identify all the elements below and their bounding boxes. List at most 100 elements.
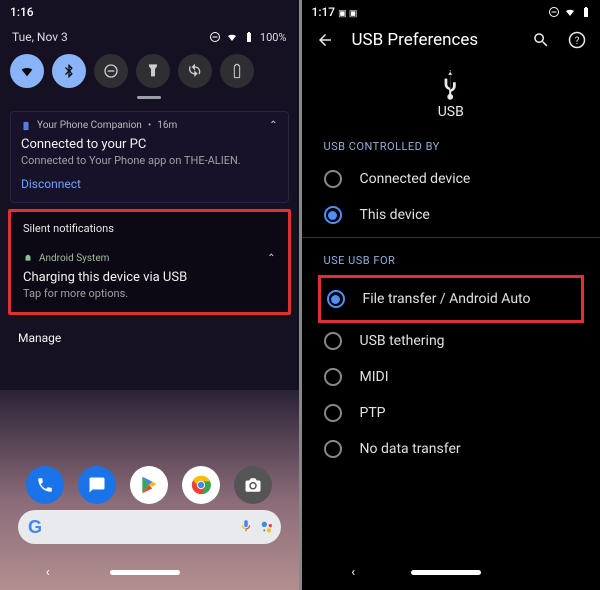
chrome-icon (190, 474, 212, 496)
qs-rotation[interactable] (178, 54, 212, 88)
status-right-icons (548, 6, 592, 18)
help-icon[interactable]: ? (568, 31, 586, 49)
statusbar-right: 1:17 ▣ ▣ (302, 0, 600, 22)
app-phone[interactable] (26, 466, 64, 504)
radio-icon (324, 404, 342, 422)
radio-icon (324, 206, 342, 224)
mic-icon[interactable] (239, 519, 253, 533)
radio-icon (327, 290, 345, 308)
radio-label: MIDI (360, 369, 389, 385)
flashlight-icon (145, 63, 161, 79)
app-messages[interactable] (78, 466, 116, 504)
your-phone-icon (21, 121, 31, 131)
battery-icon (580, 6, 592, 18)
radio-file-transfer[interactable]: File transfer / Android Auto (321, 278, 582, 320)
page-title: USB Preferences (352, 30, 515, 50)
back-arrow-icon[interactable] (316, 31, 334, 49)
chevron-up-icon[interactable]: ⌃ (269, 120, 277, 131)
back-button[interactable]: ‹ (351, 565, 355, 580)
radio-icon (324, 170, 342, 188)
wifi-icon (226, 31, 238, 43)
home-pill[interactable] (411, 570, 481, 575)
status-right-icons: 100% (209, 31, 287, 44)
dnd-icon (103, 63, 119, 79)
notif-title: Connected to your PC (21, 137, 278, 152)
qs-bluetooth[interactable] (52, 54, 86, 88)
back-button[interactable]: ‹ (46, 565, 50, 580)
phone-left: 1:16 Tue, Nov 3 100% (0, 0, 301, 590)
radio-icon (324, 368, 342, 386)
qs-flashlight[interactable] (136, 54, 170, 88)
radio-label: PTP (360, 405, 386, 421)
search-icon[interactable] (532, 31, 550, 49)
notification-android-system[interactable]: Android System ⌃ Charging this device vi… (11, 245, 288, 312)
qs-wifi[interactable] (10, 54, 44, 88)
manage-link[interactable]: Manage (10, 321, 289, 345)
wifi-icon (564, 6, 576, 18)
app-play-store[interactable] (130, 466, 168, 504)
home-pill[interactable] (110, 570, 180, 575)
shade-handle[interactable] (137, 96, 161, 99)
nav-bar-right: ‹ (302, 565, 600, 580)
app-camera[interactable] (234, 466, 272, 504)
usb-icon (440, 70, 462, 100)
notif-body: Tap for more options. (23, 287, 276, 300)
battery-pct: 100% (260, 31, 287, 44)
qs-dnd[interactable] (94, 54, 128, 88)
nav-bar-left: ‹ (0, 565, 299, 580)
google-search-bar[interactable]: G (18, 510, 281, 544)
silent-header: Silent notifications (11, 212, 288, 245)
radio-label: USB tethering (360, 333, 445, 349)
radio-label: File transfer / Android Auto (363, 291, 531, 307)
disconnect-action[interactable]: Disconnect (21, 177, 81, 191)
usb-hero: USB (302, 70, 600, 120)
messages-icon (88, 476, 106, 494)
radio-usb-tethering[interactable]: USB tethering (302, 323, 600, 359)
settings-header: USB Preferences ? (302, 22, 600, 56)
battery-saver-icon (229, 63, 245, 79)
section-use-usb-for: USE USB FOR (302, 238, 600, 275)
notif-body: Connected to Your Phone app on THE-ALIEN… (21, 154, 278, 167)
notif-title: Charging this device via USB (23, 270, 276, 285)
chevron-up-icon[interactable]: ⌃ (267, 253, 275, 264)
radio-connected-device[interactable]: Connected device (302, 161, 600, 197)
radio-no-data-transfer[interactable]: No data transfer (302, 431, 600, 467)
radio-midi[interactable]: MIDI (302, 359, 600, 395)
radio-icon (324, 332, 342, 350)
assistant-icon[interactable] (259, 519, 275, 535)
statusbar-left: 1:16 (0, 0, 299, 22)
notif-app: Android System (39, 253, 109, 264)
status-time: 1:17 ▣ ▣ (312, 5, 358, 19)
silent-notifications-highlight: Silent notifications Android System ⌃ Ch… (8, 209, 291, 315)
notif-app: Your Phone Companion (37, 120, 142, 131)
shade-date: Tue, Nov 3 (12, 30, 68, 44)
status-time: 1:16 (10, 5, 34, 19)
phone-icon (36, 476, 54, 494)
battery-icon (243, 31, 255, 43)
file-transfer-highlight: File transfer / Android Auto (318, 275, 585, 323)
notification-shade[interactable]: Tue, Nov 3 100% You (0, 22, 299, 345)
android-icon (23, 254, 33, 264)
bluetooth-icon (61, 63, 77, 79)
radio-label: No data transfer (360, 441, 461, 457)
radio-this-device[interactable]: This device (302, 197, 600, 233)
play-store-icon (139, 475, 159, 495)
radio-label: Connected device (360, 171, 471, 187)
dnd-status-icon (548, 6, 560, 18)
notification-your-phone[interactable]: Your Phone Companion • 16m ⌃ Connected t… (10, 111, 289, 203)
section-controlled-by: USB CONTROLLED BY (302, 124, 600, 161)
svg-text:?: ? (575, 36, 580, 47)
qs-battery-saver[interactable] (220, 54, 254, 88)
usb-label: USB (438, 104, 464, 120)
radio-ptp[interactable]: PTP (302, 395, 600, 431)
quick-settings-row (10, 52, 289, 96)
notif-age: 16m (157, 120, 177, 131)
wifi-icon (19, 63, 35, 79)
phone-right: 1:17 ▣ ▣ USB Preferences ? USB USB CONTR… (301, 0, 600, 590)
dnd-status-icon (209, 31, 221, 43)
dock (0, 466, 299, 504)
google-logo: G (28, 517, 42, 538)
radio-icon (324, 440, 342, 458)
app-chrome[interactable] (182, 466, 220, 504)
camera-icon (244, 476, 262, 494)
